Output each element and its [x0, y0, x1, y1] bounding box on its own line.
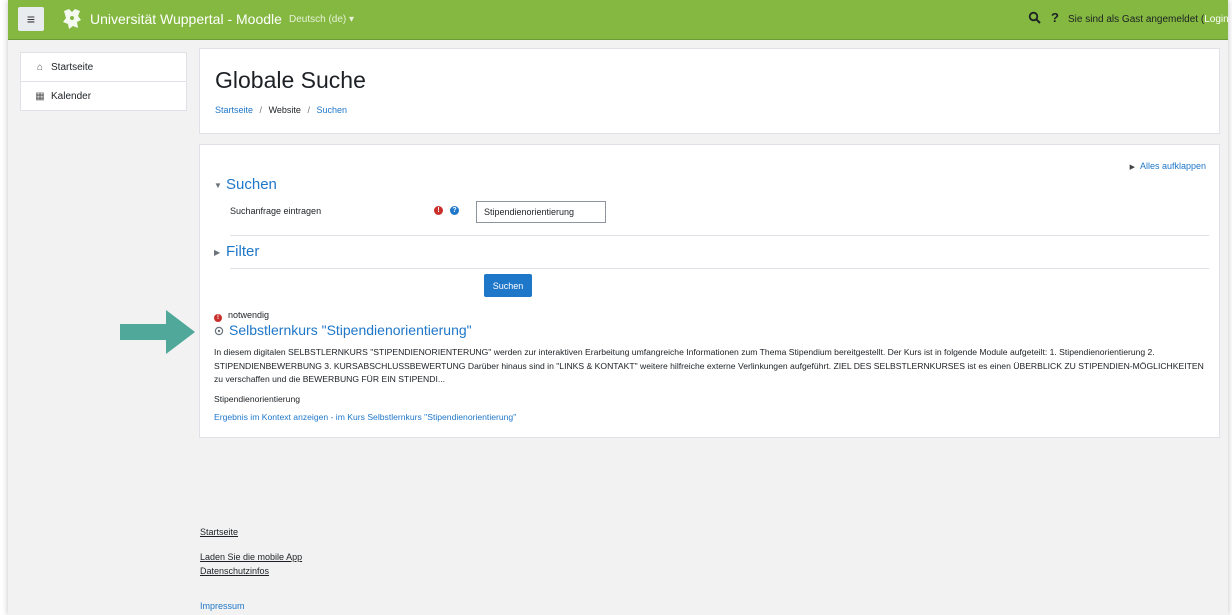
- university-lion-logo[interactable]: [60, 7, 84, 31]
- question-icon[interactable]: ?: [1051, 10, 1059, 25]
- section-filter-toggle[interactable]: ▶ Filter: [214, 243, 259, 260]
- home-icon: ⌂: [36, 61, 44, 73]
- footer-imprint-link[interactable]: Impressum: [200, 601, 245, 611]
- login-link[interactable]: Login: [1204, 14, 1228, 25]
- section-suchen-label: Suchen: [226, 176, 277, 193]
- page-title: Globale Suche: [215, 67, 366, 93]
- arrow-right-icon: [120, 310, 195, 354]
- search-form-card: ▶ Alles aufklappen ▼ Suchen Suchanfrage ei…: [199, 144, 1220, 438]
- calendar-icon: ▦: [35, 90, 45, 102]
- footer-privacy-link[interactable]: Datenschutzinfos: [200, 566, 269, 576]
- result-context-link[interactable]: Ergebnis im Kontext anzeigen - im Kurs S…: [214, 412, 516, 422]
- exclamation-circle-icon: !: [214, 314, 222, 322]
- breadcrumb-startseite[interactable]: Startseite: [215, 105, 253, 115]
- nav-drawer: ⌂ Startseite ▦ Kalender: [20, 52, 187, 111]
- required-note-label: notwendig: [228, 310, 270, 320]
- login-info: Sie sind als Gast angemeldet (Login): [1068, 14, 1228, 25]
- required-note: ! notwendig: [214, 310, 269, 322]
- browser-page: ≡ Universität Wuppertal - Moodle Deutsch…: [8, 0, 1228, 615]
- chevron-down-icon: ▾: [349, 14, 355, 25]
- triangle-right-icon: ▶: [214, 247, 221, 257]
- triangle-down-icon: ▼: [214, 180, 222, 190]
- result-title-label: Selbstlernkurs "Stipendienorientierung": [229, 322, 472, 338]
- hamburger-icon[interactable]: ≡: [18, 7, 44, 31]
- language-menu[interactable]: Deutsch (de) ▾: [289, 14, 354, 25]
- site-name-link[interactable]: Universität Wuppertal - Moodle: [90, 11, 282, 27]
- search-submit-button[interactable]: Suchen: [484, 274, 532, 297]
- result-description: In diesem digitalen SELBSTLERNKURS "STIP…: [214, 347, 1204, 384]
- footer-home-link[interactable]: Startseite: [200, 527, 238, 537]
- footer-mobile-app-link[interactable]: Laden Sie die mobile App: [200, 552, 302, 562]
- exclamation-circle-icon: !: [434, 206, 443, 215]
- breadcrumb-separator: /: [307, 105, 310, 115]
- sidebar-item-label: Startseite: [51, 61, 94, 73]
- breadcrumb-website: Website: [268, 105, 301, 115]
- guest-text: Sie sind als Gast angemeldet: [1068, 14, 1199, 25]
- breadcrumb-suchen[interactable]: Suchen: [316, 105, 347, 115]
- question-circle-icon[interactable]: ?: [450, 206, 459, 215]
- breadcrumb-separator: /: [259, 105, 263, 115]
- sidebar-item-label: Kalender: [51, 90, 92, 102]
- expand-all-label: Alles aufklappen: [1139, 161, 1206, 171]
- query-label: Suchanfrage eintragen: [230, 206, 322, 216]
- page-header: Globale Suche Startseite / Website / Suc…: [199, 48, 1220, 134]
- section-filter-label: Filter: [226, 243, 260, 260]
- breadcrumb: Startseite / Website / Suchen: [215, 105, 347, 115]
- triangle-right-icon: ▶: [1129, 164, 1135, 171]
- divider: [230, 235, 1209, 236]
- section-suchen-toggle[interactable]: ▼ Suchen: [214, 176, 277, 193]
- search-query-input[interactable]: [476, 201, 606, 223]
- sidebar-item-startseite[interactable]: ⌂ Startseite: [20, 52, 187, 82]
- expand-all-link[interactable]: ▶ Alles aufklappen: [1130, 161, 1206, 171]
- divider: [230, 268, 1209, 269]
- course-icon: [214, 326, 224, 336]
- sidebar-item-kalender[interactable]: ▦ Kalender: [20, 81, 187, 111]
- top-navbar: ≡ Universität Wuppertal - Moodle Deutsch…: [8, 0, 1228, 40]
- language-label: Deutsch (de): [289, 14, 347, 25]
- search-icon[interactable]: [1028, 11, 1042, 25]
- result-category: Stipendienorientierung: [214, 394, 301, 404]
- result-title-link[interactable]: Selbstlernkurs "Stipendienorientierung": [214, 322, 472, 338]
